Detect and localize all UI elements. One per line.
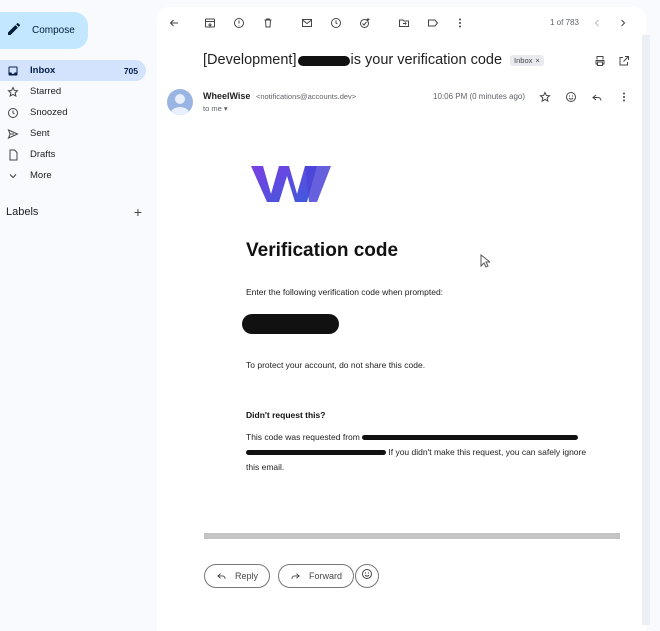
- sidebar-item-snoozed[interactable]: Snoozed: [0, 102, 146, 123]
- redacted-code: [297, 56, 350, 66]
- subject-prefix: [Development]: [203, 52, 297, 68]
- sidebar-item-more[interactable]: More: [0, 165, 146, 186]
- report-spam-icon[interactable]: [232, 16, 246, 30]
- detail-prefix: This code was requested from: [246, 432, 360, 442]
- star-icon: [6, 85, 19, 98]
- add-label-button[interactable]: +: [134, 204, 142, 220]
- sidebar-item-label: Sent: [30, 128, 50, 139]
- inbox-chip-label: Inbox: [514, 55, 533, 65]
- warning-text: To protect your account, do not share th…: [246, 360, 426, 370]
- sidebar-item-label: Inbox: [30, 65, 56, 76]
- reply-icon[interactable]: [590, 90, 604, 104]
- sender-email: <notifications@accounts.dev>: [256, 92, 357, 101]
- redacted-datetime: [246, 450, 386, 456]
- email-toolbar: 1 of 783: [157, 7, 646, 39]
- print-icon[interactable]: [593, 54, 607, 68]
- label-icon[interactable]: [426, 16, 440, 30]
- chevron-down-icon: [6, 169, 19, 182]
- sidebar-item-inbox[interactable]: Inbox 705: [0, 60, 146, 81]
- add-task-icon[interactable]: [358, 16, 372, 30]
- compose-button[interactable]: Compose: [0, 12, 88, 49]
- email-view: 1 of 783 [Development] is your verificat…: [157, 7, 646, 631]
- labels-heading: Labels: [6, 206, 39, 218]
- draft-icon: [6, 148, 19, 161]
- snooze-icon[interactable]: [329, 16, 343, 30]
- older-chevron-icon[interactable]: [616, 16, 630, 30]
- forward-icon: [290, 570, 301, 583]
- reply-label: Reply: [235, 571, 259, 581]
- inbox-count: 705: [123, 65, 138, 76]
- sender-name: WheelWise: [203, 91, 251, 101]
- email-subject: [Development] is your verification code …: [203, 52, 544, 68]
- pencil-icon: [6, 21, 22, 40]
- inbox-chip[interactable]: Inbox ×: [510, 54, 544, 66]
- open-new-window-icon[interactable]: [617, 54, 631, 68]
- more-vert-icon[interactable]: [617, 90, 631, 104]
- close-icon[interactable]: ×: [535, 56, 539, 65]
- pager-count: 1 of 783: [550, 18, 579, 27]
- sidebar-item-label: Drafts: [30, 149, 56, 160]
- recipient-dropdown[interactable]: to me ▾: [203, 104, 228, 113]
- recipient-label: to me: [203, 104, 222, 113]
- reply-button[interactable]: Reply: [204, 564, 271, 588]
- more-vert-icon[interactable]: [453, 16, 467, 30]
- horizontal-scrollbar[interactable]: [204, 533, 620, 539]
- subject-suffix: is your verification code: [350, 52, 503, 68]
- clock-icon: [6, 106, 19, 119]
- avatar: [167, 89, 193, 115]
- sidebar-item-starred[interactable]: Starred: [0, 81, 146, 102]
- sidebar: Compose Inbox 705 Starred Snoozed Sent D…: [0, 0, 150, 631]
- instruction-text: Enter the following verification code wh…: [246, 287, 444, 297]
- sidebar-item-drafts[interactable]: Drafts: [0, 144, 146, 165]
- sidebar-item-label: More: [30, 170, 52, 181]
- brand-logo: [249, 164, 333, 204]
- move-to-icon[interactable]: [397, 16, 411, 30]
- emoji-react-button[interactable]: [355, 564, 379, 588]
- delete-icon[interactable]: [261, 16, 275, 30]
- emoji-reaction-icon[interactable]: [564, 90, 578, 104]
- back-arrow-icon[interactable]: [167, 16, 181, 30]
- redacted-ip: [362, 435, 579, 441]
- didnt-request-heading: Didn't request this?: [246, 410, 326, 420]
- newer-chevron-icon[interactable]: [590, 16, 604, 30]
- vertical-scrollbar[interactable]: [642, 35, 650, 625]
- labels-section: Labels +: [6, 203, 142, 221]
- forward-label: Forward: [309, 571, 343, 581]
- star-icon[interactable]: [538, 90, 552, 104]
- mark-unread-icon[interactable]: [300, 16, 314, 30]
- sidebar-item-label: Snoozed: [30, 107, 68, 118]
- emoji-icon: [361, 567, 373, 585]
- compose-label: Compose: [32, 25, 75, 36]
- dropdown-caret-icon: ▾: [223, 104, 228, 113]
- archive-icon[interactable]: [203, 16, 217, 30]
- email-timestamp: 10:06 PM (0 minutes ago): [433, 92, 526, 101]
- sidebar-item-sent[interactable]: Sent: [0, 123, 146, 144]
- verification-heading: Verification code: [246, 240, 399, 261]
- inbox-icon: [6, 64, 19, 77]
- forward-button[interactable]: Forward: [278, 564, 355, 588]
- mouse-cursor-icon: [480, 253, 492, 273]
- redacted-verification-code: [242, 314, 339, 334]
- request-detail-text: This code was requested from If you didn…: [246, 430, 596, 475]
- sidebar-item-label: Starred: [30, 86, 62, 97]
- reply-icon: [216, 570, 227, 583]
- send-icon: [6, 127, 19, 140]
